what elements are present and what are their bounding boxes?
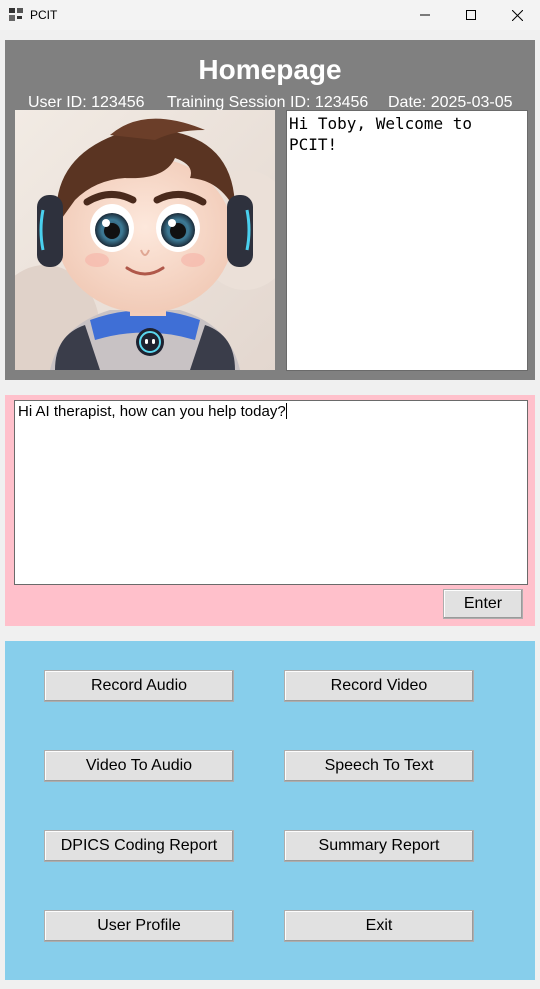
close-button[interactable] bbox=[494, 0, 540, 30]
text-cursor bbox=[285, 403, 287, 419]
minimize-icon bbox=[420, 14, 430, 16]
chat-input[interactable]: Hi AI therapist, how can you help today? bbox=[14, 400, 528, 585]
dpics-coding-report-button[interactable]: DPICS Coding Report bbox=[44, 830, 234, 862]
exit-button[interactable]: Exit bbox=[284, 910, 474, 942]
maximize-button[interactable] bbox=[448, 0, 494, 30]
record-audio-button[interactable]: Record Audio bbox=[44, 670, 234, 702]
enter-button[interactable]: Enter bbox=[443, 589, 523, 619]
summary-report-button[interactable]: Summary Report bbox=[284, 830, 474, 862]
speech-to-text-button[interactable]: Speech To Text bbox=[284, 750, 474, 782]
record-video-button[interactable]: Record Video bbox=[284, 670, 474, 702]
header-panel: Homepage User ID: 123456 Training Sessio… bbox=[5, 40, 535, 380]
input-panel: Hi AI therapist, how can you help today?… bbox=[5, 395, 535, 626]
avatar bbox=[15, 110, 275, 370]
user-profile-button[interactable]: User Profile bbox=[44, 910, 234, 942]
chat-input-text: Hi AI therapist, how can you help today? bbox=[18, 403, 286, 420]
action-panel: Record Audio Record Video Video To Audio… bbox=[5, 641, 535, 980]
maximize-icon bbox=[466, 10, 476, 20]
page-title: Homepage bbox=[198, 54, 342, 85]
video-to-audio-button[interactable]: Video To Audio bbox=[44, 750, 234, 782]
welcome-message-box[interactable]: Hi Toby, Welcome to PCIT! bbox=[286, 110, 528, 371]
close-icon bbox=[511, 9, 523, 21]
title-bar: PCIT bbox=[0, 0, 540, 30]
robot-boy-avatar-icon bbox=[15, 110, 275, 370]
window-title: PCIT bbox=[30, 8, 58, 22]
app-icon bbox=[9, 8, 23, 21]
minimize-button[interactable] bbox=[402, 0, 448, 30]
